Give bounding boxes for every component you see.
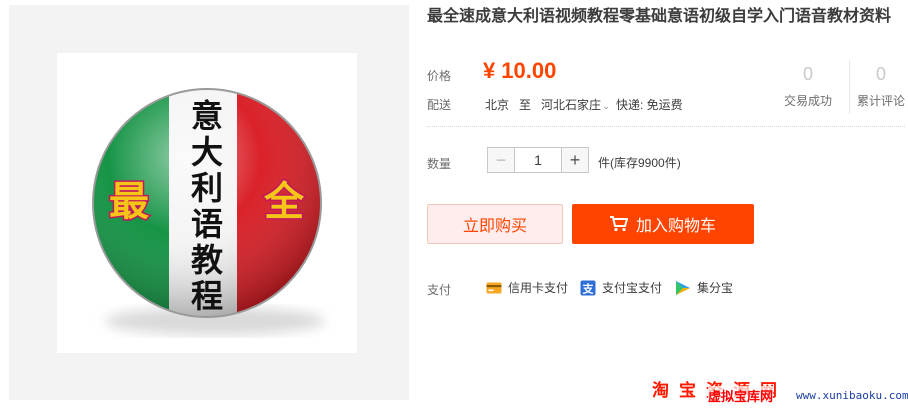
delivery-label: 配送 xyxy=(427,98,452,112)
payment-label: 支付 xyxy=(427,283,452,297)
product-gallery: 意 大 利 语 教 程 最 全 xyxy=(9,5,409,400)
badge-char-4: 语 xyxy=(191,205,223,243)
currency-symbol: ¥ xyxy=(483,58,496,83)
quantity-input[interactable] xyxy=(515,147,561,173)
stat-reviews-value: 0 xyxy=(875,64,886,84)
jifenbao-icon xyxy=(676,280,690,295)
payment-credit-card[interactable]: 信用卡支付 xyxy=(486,279,568,296)
watermark-brand: 虚拟宝库网 xyxy=(708,386,774,405)
badge-left-char: 最 xyxy=(109,179,149,225)
price-delivery-block: 价格 ¥10.00 配送 北京 至 河北石家庄 ⌄ 快递: 免运费 0 交易成功… xyxy=(427,54,907,126)
price-label: 价格 xyxy=(427,69,452,83)
delivery-destination: 河北石家庄 xyxy=(541,98,602,112)
delivery-from: 北京 xyxy=(485,98,510,112)
badge-char-3: 利 xyxy=(191,169,223,207)
watermark-url: www.xunibaoku.com xyxy=(796,389,908,402)
badge-char-5: 教 xyxy=(191,241,223,279)
quantity-decrease-button[interactable]: − xyxy=(487,147,515,173)
add-to-cart-button[interactable]: 加入购物车 xyxy=(572,204,754,244)
buy-now-button[interactable]: 立即购买 xyxy=(427,204,563,244)
quantity-stepper: − + xyxy=(487,147,589,173)
stock-info: 件(库存9900件) xyxy=(598,156,681,170)
payment-jifenbao[interactable]: 集分宝 xyxy=(675,279,733,296)
badge-char-1: 意 xyxy=(191,97,223,135)
payment-alipay-label: 支付宝支付 xyxy=(602,281,663,295)
product-title: 最全速成意大利语视频教程零基础意语初级自学入门语音教材资料 xyxy=(427,8,892,25)
stat-reviews-label: 累计评论 xyxy=(856,94,905,108)
section-divider xyxy=(427,126,905,127)
stat-sales-value: 0 xyxy=(802,64,813,84)
alipay-icon: 支 xyxy=(580,280,596,295)
stat-sales-label: 交易成功 xyxy=(783,94,832,108)
quantity-label: 数量 xyxy=(427,157,452,171)
site-watermark: 淘宝资源网 虚拟宝库网 www.xunibaoku.com xyxy=(650,374,908,408)
add-to-cart-label: 加入购物车 xyxy=(635,218,716,235)
payment-credit-card-label: 信用卡支付 xyxy=(508,281,569,295)
svg-text:支: 支 xyxy=(582,281,595,295)
price-amount: 10.00 xyxy=(501,58,557,83)
payment-jifenbao-label: 集分宝 xyxy=(697,281,734,295)
badge-char-6: 程 xyxy=(191,277,223,315)
stat-reviews[interactable]: 0 累计评论 xyxy=(849,60,908,114)
shipping-info: 快递: 免运费 xyxy=(615,98,683,112)
badge-char-2: 大 xyxy=(191,133,223,171)
badge-right-char: 全 xyxy=(263,179,305,225)
price-value: ¥10.00 xyxy=(483,56,556,86)
delivery-info: 北京 至 河北石家庄 ⌄ 快递: 免运费 xyxy=(485,96,683,113)
quantity-increase-button[interactable]: + xyxy=(561,147,589,173)
product-image[interactable]: 意 大 利 语 教 程 最 全 xyxy=(57,53,357,353)
shopping-cart-icon xyxy=(609,216,628,232)
credit-card-icon xyxy=(486,282,502,293)
stat-sales[interactable]: 0 交易成功 xyxy=(777,64,839,109)
payment-alipay[interactable]: 支 支付宝支付 xyxy=(580,279,662,296)
delivery-to-word: 至 xyxy=(519,98,532,112)
delivery-destination-select[interactable]: 河北石家庄 ⌄ xyxy=(541,96,610,113)
chevron-down-icon: ⌄ xyxy=(602,101,610,111)
italian-badge-image: 意 大 利 语 教 程 最 全 xyxy=(92,88,325,335)
